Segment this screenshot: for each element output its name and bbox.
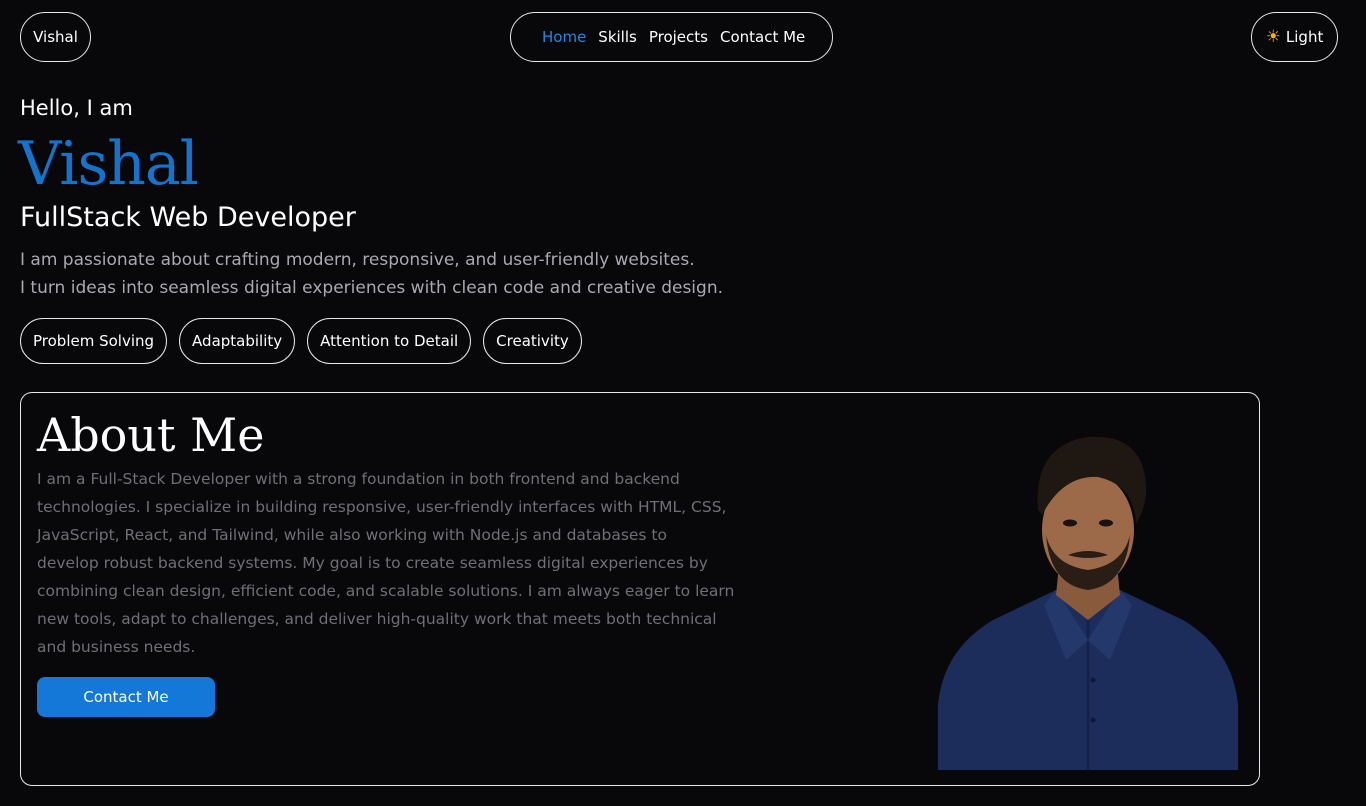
skill-chip-attention-to-detail: Attention to Detail bbox=[307, 318, 472, 364]
about-line: develop robust backend systems. My goal … bbox=[37, 554, 708, 572]
contact-me-button[interactable]: Contact Me bbox=[37, 677, 215, 717]
about-card: About Me I am a Full-Stack Developer wit… bbox=[20, 392, 1260, 786]
skill-chip-creativity: Creativity bbox=[483, 318, 582, 364]
about-line: combining clean design, efficient code, … bbox=[37, 582, 735, 600]
about-title: About Me bbox=[37, 408, 265, 462]
main-nav: Home Skills Projects Contact Me bbox=[510, 12, 833, 62]
about-line: I am a Full-Stack Developer with a stron… bbox=[37, 470, 680, 488]
nav-home[interactable]: Home bbox=[542, 28, 586, 46]
photo-eye-left bbox=[1063, 519, 1077, 527]
about-line: new tools, adapt to challenges, and deli… bbox=[37, 610, 717, 628]
about-line: and business needs. bbox=[37, 638, 196, 656]
theme-toggle-button[interactable]: ☀ Light bbox=[1251, 12, 1338, 62]
about-text: I am a Full-Stack Developer with a stron… bbox=[37, 465, 767, 661]
hero-name: Vishal bbox=[18, 129, 199, 199]
tagline-line: I turn ideas into seamless digital exper… bbox=[20, 278, 723, 298]
about-line: JavaScript, React, and Tailwind, while a… bbox=[37, 526, 667, 544]
photo-eye-right bbox=[1099, 519, 1113, 527]
hero-role: FullStack Web Developer bbox=[20, 202, 356, 233]
skill-chips: Problem Solving Adaptability Attention t… bbox=[20, 318, 582, 364]
nav-projects[interactable]: Projects bbox=[649, 28, 708, 46]
skill-chip-problem-solving: Problem Solving bbox=[20, 318, 168, 364]
theme-toggle-label: Light bbox=[1285, 28, 1324, 46]
hero-tagline: I am passionate about crafting modern, r… bbox=[20, 246, 723, 302]
brand-logo-button[interactable]: Vishal bbox=[20, 12, 91, 62]
portfolio-page: Vishal Home Skills Projects Contact Me ☀… bbox=[0, 0, 1366, 806]
profile-photo bbox=[938, 436, 1238, 770]
skill-chip-adaptability: Adaptability bbox=[179, 318, 296, 364]
photo-shirt-button bbox=[1090, 677, 1096, 683]
photo-shirt-button bbox=[1090, 717, 1096, 723]
hero-greeting: Hello, I am bbox=[20, 96, 133, 120]
sun-icon: ☀ bbox=[1265, 26, 1281, 47]
nav-skills[interactable]: Skills bbox=[598, 28, 637, 46]
about-line: technologies. I specialize in building r… bbox=[37, 498, 727, 516]
brand-label: Vishal bbox=[33, 28, 78, 46]
nav-contact-me[interactable]: Contact Me bbox=[720, 28, 805, 46]
tagline-line: I am passionate about crafting modern, r… bbox=[20, 250, 695, 270]
